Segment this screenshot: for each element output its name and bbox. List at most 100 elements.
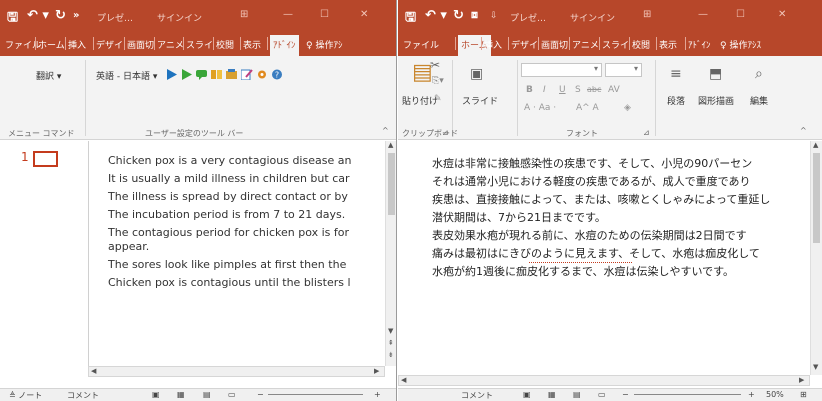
outline-line[interactable]: The sores look like pimples at first the… xyxy=(108,258,346,271)
paragraph-button[interactable]: 段落 xyxy=(667,94,685,107)
tab-9[interactable]: ｱﾄﾞｲﾝ xyxy=(270,35,299,56)
maximize-button[interactable]: ☐ xyxy=(320,9,329,20)
tab-0[interactable]: ファイル xyxy=(403,38,439,51)
help-icon[interactable]: ? xyxy=(271,69,283,80)
font-size-box[interactable]: ▾ xyxy=(605,63,642,77)
collapse-ribbon-icon[interactable]: ^ xyxy=(382,126,389,135)
shadow-button[interactable]: S xyxy=(575,85,581,95)
zoom-in-icon[interactable]: + xyxy=(748,390,755,399)
zoom-slider[interactable] xyxy=(634,394,741,395)
tab-9[interactable]: ｱﾄﾞｲﾝ xyxy=(688,38,711,51)
outline-line[interactable]: appear. xyxy=(108,240,149,253)
redo-icon[interactable]: ↻ xyxy=(55,8,66,23)
settings-icon[interactable] xyxy=(256,69,268,80)
slideshow-icon[interactable]: ▭ xyxy=(228,390,236,399)
comments-button[interactable]: コメント xyxy=(67,390,99,401)
font-grow-button[interactable]: A^ A xyxy=(576,103,599,113)
zoom-out-icon[interactable]: − xyxy=(257,390,264,399)
redo-icon[interactable]: ↻ xyxy=(453,8,464,23)
comments-button[interactable]: コメント xyxy=(461,390,493,401)
underline-button[interactable]: U xyxy=(559,85,566,95)
books-icon[interactable] xyxy=(226,69,238,80)
vertical-scrollbar[interactable]: ▲ ▼ ⇞ ⇟ xyxy=(385,141,396,366)
clear-format-icon[interactable]: ◈ xyxy=(624,103,631,113)
tab-4[interactable]: 画面切 xyxy=(127,38,154,51)
outline-line[interactable]: The illness is spread by direct contact … xyxy=(108,190,348,203)
save-icon[interactable]: 🖫 xyxy=(405,8,416,30)
tab-2[interactable]: 挿入 xyxy=(484,38,502,51)
scroll-thumb[interactable] xyxy=(813,153,820,243)
tab-3[interactable]: デザイ xyxy=(511,38,538,51)
tab-3[interactable]: デザイ xyxy=(96,38,123,51)
present-icon[interactable]: ⧈ xyxy=(471,8,478,22)
tab-4[interactable]: 画面切 xyxy=(541,38,568,51)
clipboard-launcher-icon[interactable]: ⊿ xyxy=(442,128,449,137)
text-line[interactable]: 水痘は非常に接触感染性の疾患です、そして、小児の90パーセン xyxy=(432,155,752,171)
normal-view-icon[interactable]: ▣ xyxy=(523,390,531,399)
play-icon[interactable] xyxy=(166,69,178,80)
zoom-out-icon[interactable]: − xyxy=(622,390,629,399)
scroll-down-icon[interactable]: ▼ xyxy=(813,363,818,371)
horizontal-scrollbar[interactable]: ◀ ▶ xyxy=(88,366,385,377)
maximize-button[interactable]: ☐ xyxy=(736,9,745,20)
save-icon[interactable]: 🖫 xyxy=(7,8,18,30)
tab-7[interactable]: 校閲 xyxy=(632,38,650,51)
zoom-slider[interactable] xyxy=(268,394,363,395)
italic-button[interactable]: I xyxy=(543,85,546,95)
bold-button[interactable]: B xyxy=(526,85,533,95)
scroll-down-icon[interactable]: ▼ xyxy=(388,327,393,335)
tab-5[interactable]: アニメ xyxy=(572,38,599,51)
slideshow-icon[interactable]: ▭ xyxy=(598,390,606,399)
ribbon-display-icon[interactable]: ⊞ xyxy=(240,9,248,20)
tab-1[interactable]: ホーム xyxy=(38,38,65,51)
font-name-box[interactable]: ▾ xyxy=(521,63,602,77)
new-slide-icon[interactable]: ▣ xyxy=(470,66,483,82)
undo-icon[interactable]: ↶ ▾ xyxy=(425,8,447,23)
text-line[interactable]: 疾患は、直接接触によって、または、咳嗽とくしゃみによって重延し xyxy=(432,191,770,207)
outline-line[interactable]: Chicken pox is contagious until the blis… xyxy=(108,276,351,289)
close-button[interactable]: ✕ xyxy=(778,9,786,20)
reading-view-icon[interactable]: ▤ xyxy=(203,390,211,399)
zoom-in-icon[interactable]: + xyxy=(374,390,381,399)
search-icon[interactable]: ⌕ xyxy=(755,66,763,82)
vertical-scrollbar[interactable]: ▲ ▼ xyxy=(810,141,822,375)
tab-8[interactable]: 表示 xyxy=(243,38,261,51)
scroll-thumb[interactable] xyxy=(388,153,395,215)
text-line[interactable]: それは通常小児における軽度の疾患であるが、成人で重度であり xyxy=(432,173,751,189)
copy-icon[interactable]: ⎘▾ xyxy=(432,76,444,86)
horizontal-scrollbar[interactable]: ◀ ▶ xyxy=(398,375,810,386)
outline-line[interactable]: The contagious period for chicken pox is… xyxy=(108,226,349,239)
normal-view-icon[interactable]: ▣ xyxy=(152,390,160,399)
tab-10[interactable]: ♀ 操作ｱｼｽ xyxy=(720,38,761,51)
sorter-view-icon[interactable]: ▦ xyxy=(548,390,556,399)
edit-icon[interactable] xyxy=(241,69,253,80)
book-icon[interactable] xyxy=(211,69,223,80)
slide-thumbnail[interactable] xyxy=(33,151,58,167)
outline-line[interactable]: Chicken pox is a very contagious disease… xyxy=(108,154,351,167)
signin-link[interactable]: サインイン xyxy=(570,11,615,24)
language-dropdown[interactable]: 英語 - 日本語 ▾ xyxy=(96,69,157,82)
outline-line[interactable]: The incubation period is from 7 to 21 da… xyxy=(108,208,345,221)
more-icon[interactable]: » xyxy=(73,10,79,21)
tab-7[interactable]: 校閲 xyxy=(216,38,234,51)
scroll-right-icon[interactable]: ▶ xyxy=(799,376,804,384)
tab-8[interactable]: 表示 xyxy=(659,38,677,51)
format-painter-icon[interactable]: ✎ xyxy=(434,94,442,104)
scroll-right-icon[interactable]: ▶ xyxy=(374,367,379,375)
slide-button[interactable]: スライド xyxy=(462,94,498,107)
fit-window-icon[interactable]: ⊞ xyxy=(800,390,807,399)
cut-icon[interactable]: ✂ xyxy=(430,58,440,72)
scroll-left-icon[interactable]: ◀ xyxy=(401,376,406,384)
minimize-button[interactable]: — xyxy=(283,9,293,20)
close-button[interactable]: ✕ xyxy=(360,9,368,20)
zoom-level[interactable]: 50% xyxy=(766,390,784,399)
tab-5[interactable]: アニメ xyxy=(157,38,184,51)
play-green-icon[interactable] xyxy=(181,69,193,80)
speech-icon[interactable] xyxy=(196,69,208,80)
text-line[interactable]: 潜伏期間は、7から21日までです。 xyxy=(432,209,606,225)
minimize-button[interactable]: — xyxy=(698,9,708,20)
text-line[interactable]: 痛みは最初はにきびのように見えます、そして、水疱は痂皮化して xyxy=(432,245,760,261)
strike-button[interactable]: abc xyxy=(587,85,601,94)
paragraph-icon[interactable]: ≡ xyxy=(670,66,682,82)
ribbon-display-icon[interactable]: ⊞ xyxy=(643,9,651,20)
